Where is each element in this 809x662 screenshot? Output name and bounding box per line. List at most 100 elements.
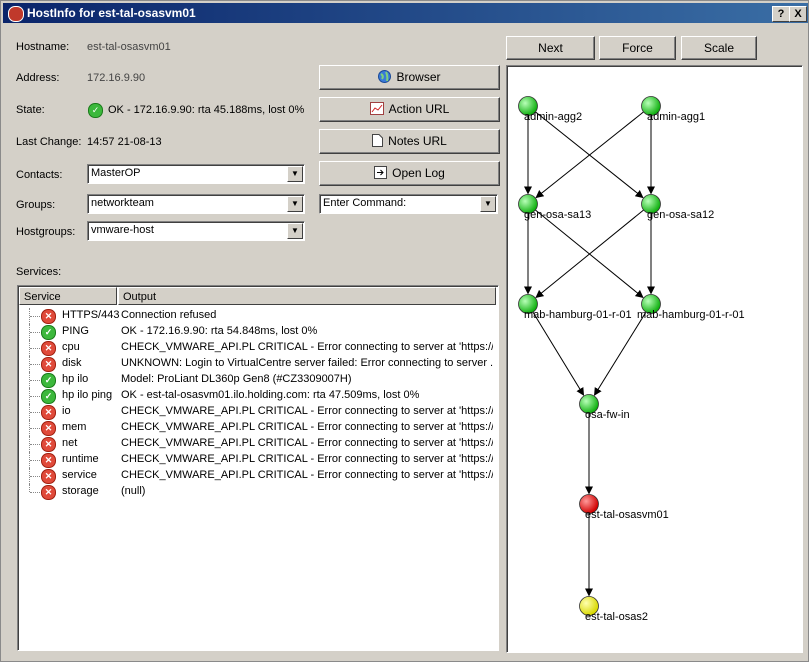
command-select-value: Enter Command: (323, 197, 407, 209)
table-row[interactable]: ✕ service CHECK_VMWARE_API.PL CRITICAL - E… (18, 468, 494, 484)
table-row[interactable]: ✕ cpu CHECK_VMWARE_API.PL CRITICAL - Error… (18, 340, 494, 356)
chart-icon (369, 100, 384, 122)
node-label: est-tal-osas2 (585, 611, 648, 623)
graph-node[interactable]: admin-agg2 (518, 96, 583, 124)
node-label: mab-hamburg-01-r-01 (524, 309, 632, 321)
graph-node[interactable]: mab-hamburg-01-r-01 (637, 294, 745, 322)
app-icon (8, 6, 24, 22)
status-ok-icon: ✓ (41, 373, 56, 388)
table-row[interactable]: ✕ io CHECK_VMWARE_API.PL CRITICAL - Error … (18, 404, 494, 420)
groups-select[interactable]: networkteam ▼ (87, 194, 305, 214)
services-label: Services: (16, 266, 62, 278)
state-label: State: (16, 104, 45, 116)
dependency-edge (594, 311, 647, 396)
graph-node[interactable]: gen-osa-sa12 (641, 194, 715, 222)
service-name: cpu (62, 341, 80, 353)
node-label: est-tal-osasvm01 (585, 509, 669, 521)
table-row[interactable]: ✕ storage (null) (18, 484, 494, 500)
table-row[interactable]: ✕ mem CHECK_VMWARE_API.PL CRITICAL - Error… (18, 420, 494, 436)
status-critical-icon: ✕ (41, 485, 56, 500)
service-name: mem (62, 421, 87, 433)
last-change-value: 14:57 21-08-13 (87, 136, 162, 148)
scale-button[interactable]: Scale (681, 36, 757, 60)
service-name: hp ilo (62, 373, 89, 385)
contacts-select-value: MasterOP (91, 167, 141, 179)
status-critical-icon: ✕ (41, 405, 56, 420)
document-icon (372, 132, 384, 154)
force-button[interactable]: Force (599, 36, 676, 60)
table-row[interactable]: ✕ runtime CHECK_VMWARE_API.PL CRITICAL - E… (18, 452, 494, 468)
service-name: service (62, 469, 97, 481)
groups-label: Groups: (16, 199, 56, 211)
service-output: OK - 172.16.9.90: rta 54.848ms, lost 0% (121, 325, 318, 337)
dependency-edge (532, 311, 585, 396)
graph-edges (524, 111, 655, 597)
table-row[interactable]: ✓ hp ilo Model: ProLiant DL360p Gen8 (#CZ3… (18, 372, 494, 388)
browser-button-label: Browser (396, 70, 441, 84)
service-name: io (62, 405, 71, 417)
graph-node[interactable]: gen-osa-sa13 (518, 194, 592, 222)
column-header-service[interactable]: Service (19, 287, 117, 305)
service-output: CHECK_VMWARE_API.PL CRITICAL - Error con… (121, 405, 493, 417)
table-row[interactable]: ✓ PING OK - 172.16.9.90: rta 54.848ms, los… (18, 324, 494, 340)
table-row[interactable]: ✕ disk UNKNOWN: Login to VirtualCentre ser… (18, 356, 494, 372)
status-critical-icon: ✕ (41, 469, 56, 484)
service-name: hp ilo ping (62, 389, 113, 401)
command-select[interactable]: Enter Command: ▼ (319, 194, 498, 214)
notes-url-button[interactable]: Notes URL (319, 129, 500, 154)
service-name: net (62, 437, 78, 449)
dependency-graph-canvas: admin-agg2 admin-agg1 gen-osa-sa13 gen-osa-… (518, 96, 745, 624)
status-ok-icon: ✓ (41, 389, 56, 404)
graph-node[interactable]: est-tal-osas2 (579, 596, 648, 624)
hostinfo-window: HostInfo for est-tal-osasvm01 ? X Hostna… (0, 0, 809, 662)
service-output: UNKNOWN: Login to VirtualCentre server f… (121, 357, 493, 369)
status-critical-icon: ✕ (41, 437, 56, 452)
status-critical-icon: ✕ (41, 453, 56, 468)
status-critical-icon: ✕ (41, 357, 56, 372)
table-row[interactable]: ✓ hp ilo ping OK - est-tal-osasvm01.ilo.ho… (18, 388, 494, 404)
status-critical-icon: ✕ (41, 421, 56, 436)
node-label: admin-agg2 (524, 111, 582, 123)
close-button[interactable]: X (789, 6, 807, 22)
chevron-down-icon[interactable]: ▼ (480, 196, 496, 212)
contacts-label: Contacts: (16, 169, 63, 181)
graph-node[interactable]: osa-fw-in (579, 394, 630, 422)
service-name: disk (62, 357, 82, 369)
chevron-down-icon[interactable]: ▼ (287, 196, 303, 212)
service-output: CHECK_VMWARE_API.PL CRITICAL - Error con… (121, 469, 493, 481)
action-url-button-label: Action URL (388, 102, 450, 116)
open-log-icon (374, 164, 388, 186)
hostname-value: est-tal-osasvm01 (87, 41, 171, 53)
graph-node[interactable]: est-tal-osasvm01 (579, 494, 669, 522)
service-name: HTTPS/443 (62, 309, 120, 321)
graph-node[interactable]: admin-agg1 (641, 96, 706, 124)
status-ok-icon: ✓ (41, 325, 56, 340)
table-row[interactable]: ✕ HTTPS/443 Connection refused (18, 308, 494, 324)
open-log-button[interactable]: Open Log (319, 161, 500, 186)
node-label: gen-osa-sa13 (524, 209, 591, 221)
chevron-down-icon[interactable]: ▼ (287, 166, 303, 182)
service-output: CHECK_VMWARE_API.PL CRITICAL - Error con… (121, 421, 493, 433)
groups-select-value: networkteam (91, 197, 154, 209)
hostgroups-select[interactable]: vmware-host ▼ (87, 221, 305, 241)
service-output: Model: ProLiant DL360p Gen8 (#CZ3309007H… (121, 373, 352, 385)
help-button[interactable]: ? (772, 6, 790, 22)
next-generation-button[interactable]: Next Generation (506, 36, 595, 77)
chevron-down-icon[interactable]: ▼ (287, 223, 303, 239)
notes-url-button-label: Notes URL (388, 134, 447, 148)
contacts-select[interactable]: MasterOP ▼ (87, 164, 305, 184)
column-header-output[interactable]: Output (118, 287, 496, 305)
node-label: admin-agg1 (647, 111, 705, 123)
action-url-button[interactable]: Action URL (319, 97, 500, 122)
services-list: ✕ HTTPS/443 Connection refused ✓ PING OK - 17… (18, 308, 496, 648)
title-bar[interactable]: HostInfo for est-tal-osasvm01 ? X (3, 3, 808, 23)
state-value: OK - 172.16.9.90: rta 45.188ms, lost 0% (108, 104, 305, 116)
open-log-button-label: Open Log (392, 166, 445, 180)
graph-node[interactable]: mab-hamburg-01-r-01 (518, 294, 632, 322)
dependency-graph: admin-agg2 admin-agg1 gen-osa-sa13 gen-osa-… (506, 65, 803, 653)
table-row[interactable]: ✕ net CHECK_VMWARE_API.PL CRITICAL - Error… (18, 436, 494, 452)
address-value: 172.16.9.90 (87, 72, 146, 84)
globe-icon (378, 68, 392, 90)
service-output: OK - est-tal-osasvm01.ilo.holding.com: r… (121, 389, 420, 401)
browser-button[interactable]: Browser (319, 65, 500, 90)
